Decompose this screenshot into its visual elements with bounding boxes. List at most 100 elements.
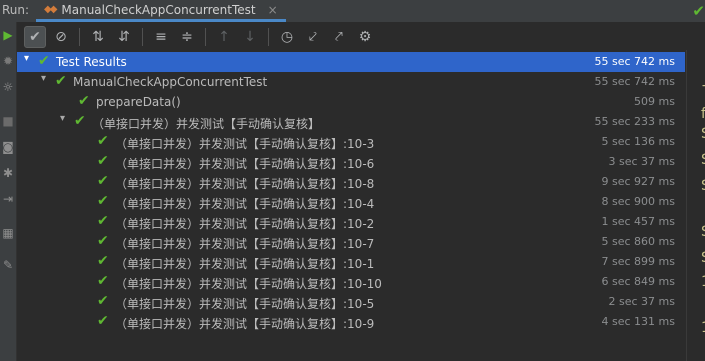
arrow-down-icon: ↓ — [244, 29, 256, 45]
sort-alphabetically-button[interactable]: ⇅ — [87, 26, 109, 48]
test-history-button[interactable]: ◷ — [276, 26, 298, 48]
sort-by-duration-button[interactable]: ⇵ — [113, 26, 135, 48]
test-name: （单接口并发）并发测试【手动确认复核】:10-8 — [115, 177, 375, 191]
test-duration: 2 sec 37 ms — [608, 295, 675, 308]
test-duration: 9 sec 927 ms — [601, 175, 675, 188]
passed-check-icon: ✔ — [97, 273, 109, 289]
test-name: （单接口并发）并发测试【手动确认复核】:10-6 — [115, 157, 375, 171]
passed-check-icon: ✔ — [97, 133, 109, 149]
test-name: Test Results — [56, 55, 127, 69]
side-toolbar: ▶ ✹ ☼ ■ ◙ ✱ ⇥ ▦ ✎ — [0, 22, 17, 361]
test-name: （单接口并发）并发测试【手动确认复核】:10-4 — [115, 197, 375, 211]
debug-icon[interactable]: ✹ — [0, 54, 16, 68]
passed-check-icon: ✔ — [97, 173, 109, 189]
test-case-row[interactable]: ✔ （单接口并发）并发测试【手动确认复核】:10-10 6 sec 849 ms — [17, 272, 685, 292]
exit-icon[interactable]: ⇥ — [0, 192, 16, 206]
test-duration: 4 sec 131 ms — [601, 315, 675, 328]
test-name: （单接口并发）并发测试【手动确认复核】:10-5 — [115, 297, 375, 311]
console-text-fragment: S — [701, 178, 705, 194]
run-label: Run: — [2, 3, 30, 17]
check-icon: ✔ — [29, 29, 41, 45]
arrow-up-icon: ↑ — [218, 29, 230, 45]
test-duration: 55 sec 742 ms — [594, 75, 675, 88]
layout-icon[interactable]: ▦ — [0, 226, 16, 240]
test-case-row[interactable]: ✔ （单接口并发）并发测试【手动确认复核】:10-7 5 sec 860 ms — [17, 232, 685, 252]
passed-check-icon: ✔ — [97, 293, 109, 309]
test-case-row[interactable]: ✔ （单接口并发）并发测试【手动确认复核】:10-9 4 sec 131 ms — [17, 312, 685, 332]
show-ignored-toggle[interactable]: ⊘ — [50, 26, 72, 48]
show-passed-toggle[interactable]: ✔ — [24, 26, 46, 48]
test-results-tree: ▾ ✔ Test Results 55 sec 742 ms ▾ ✔ ManualCheck… — [17, 50, 685, 361]
test-name: （单接口并发）并发测试【手动确认复核】:10-3 — [115, 137, 375, 151]
run-tool-window-header: Run: ◆◆ ManualCheckAppConcurrentTest × ✔ — [0, 0, 705, 23]
console-text-fragment: S — [701, 224, 705, 240]
test-duration: 5 sec 136 ms — [601, 135, 675, 148]
test-duration: 7 sec 899 ms — [601, 255, 675, 268]
sort-duration-icon: ⇵ — [118, 29, 130, 45]
test-class-row[interactable]: ▾ ✔ ManualCheckAppConcurrentTest 55 sec 742… — [17, 72, 685, 92]
test-case-row[interactable]: ✔ （单接口并发）并发测试【手动确认复核】:10-5 2 sec 37 ms — [17, 292, 685, 312]
passed-check-icon: ✔ — [55, 73, 67, 89]
console-text-fragment: S — [701, 250, 705, 266]
expand-all-button[interactable]: ≡ — [150, 26, 172, 48]
console-toolbar-area — [686, 24, 705, 50]
run-configuration-tab[interactable]: ◆◆ ManualCheckAppConcurrentTest × — [36, 0, 286, 22]
run-config-icon: ◆◆ — [44, 4, 57, 15]
console-text-fragment: S — [701, 126, 705, 142]
test-tree-toolbar: ✔ ⊘ ⇅ ⇵ ≡ ≑ ↑ ↓ ◷ ⤦ ⤤ ⚙ — [22, 24, 687, 50]
test-duration: 6 sec 849 ms — [601, 275, 675, 288]
test-case-row[interactable]: ✔ （单接口并发）并发测试【手动确认复核】:10-1 7 sec 899 ms — [17, 252, 685, 272]
test-case-row[interactable]: ✔ （单接口并发）并发测试【手动确认复核】:10-2 1 sec 457 ms — [17, 212, 685, 232]
settings-button[interactable]: ⚙ — [354, 26, 376, 48]
passed-check-icon: ✔ — [97, 233, 109, 249]
previous-failed-button: ↑ — [213, 26, 235, 48]
toolbar-separator — [205, 28, 206, 46]
console-text-fragment: f — [701, 106, 705, 122]
rerun-icon[interactable]: ▶ — [0, 28, 16, 42]
coverage-icon[interactable]: ☼ — [0, 80, 16, 94]
passed-check-icon: ✔ — [97, 253, 109, 269]
import-tests-button[interactable]: ⤦ — [302, 26, 324, 48]
test-results-root-row[interactable]: ▾ ✔ Test Results 55 sec 742 ms — [17, 52, 685, 72]
test-duration: 55 sec 742 ms — [594, 55, 675, 68]
toolbar-separator — [268, 28, 269, 46]
console-text-fragment: 1 — [701, 320, 705, 336]
test-case-row[interactable]: ✔ （单接口并发）并发测试【手动确认复核】:10-6 3 sec 37 ms — [17, 152, 685, 172]
test-name: prepareData() — [96, 95, 181, 109]
test-case-row[interactable]: ✔ （单接口并发）并发测试【手动确认复核】:10-8 9 sec 927 ms — [17, 172, 685, 192]
camera-icon[interactable]: ◙ — [0, 140, 16, 154]
console-output-edge: −fSSSSS11 — [686, 50, 705, 361]
close-tab-icon[interactable]: × — [268, 3, 278, 17]
console-text-fragment: S — [701, 152, 705, 168]
export-icon: ⤤ — [335, 29, 343, 45]
expand-arrow-icon[interactable]: ▾ — [24, 53, 29, 64]
test-group-row[interactable]: ▾ ✔ （单接口并发）并发测试【手动确认复核】 55 sec 233 ms — [17, 112, 685, 132]
toolbar-separator — [79, 28, 80, 46]
passed-check-icon: ✔ — [97, 153, 109, 169]
gear-icon: ⚙ — [358, 29, 372, 45]
passed-check-icon: ✔ — [97, 193, 109, 209]
tests-passed-check-icon: ✔ — [692, 2, 705, 20]
expand-all-icon: ≡ — [155, 29, 167, 45]
expand-arrow-icon[interactable]: ▾ — [41, 73, 46, 84]
console-text-fragment: − — [701, 78, 705, 94]
history-clock-icon: ◷ — [280, 29, 294, 45]
test-name: （单接口并发）并发测试【手动确认复核】:10-7 — [115, 237, 375, 251]
test-duration: 509 ms — [634, 95, 675, 108]
export-tests-button[interactable]: ⤤ — [328, 26, 350, 48]
sort-alpha-icon: ⇅ — [92, 29, 104, 45]
collapse-all-button[interactable]: ≑ — [176, 26, 198, 48]
test-name: （单接口并发）并发测试【手动确认复核】 — [92, 117, 321, 131]
pin-icon[interactable]: ✎ — [0, 258, 16, 272]
test-name: （单接口并发）并发测试【手动确认复核】:10-1 — [115, 257, 375, 271]
passed-check-icon: ✔ — [74, 113, 86, 129]
expand-arrow-icon[interactable]: ▾ — [60, 113, 65, 124]
test-name: ManualCheckAppConcurrentTest — [73, 75, 268, 89]
bug-settings-icon[interactable]: ✱ — [0, 166, 16, 180]
test-case-row[interactable]: ✔ （单接口并发）并发测试【手动确认复核】:10-4 8 sec 900 ms — [17, 192, 685, 212]
passed-check-icon: ✔ — [38, 53, 50, 69]
stop-icon[interactable]: ■ — [0, 114, 16, 128]
test-case-row[interactable]: ✔ （单接口并发）并发测试【手动确认复核】:10-3 5 sec 136 ms — [17, 132, 685, 152]
setup-method-row[interactable]: ✔ prepareData() 509 ms — [17, 92, 685, 112]
test-name: （单接口并发）并发测试【手动确认复核】:10-2 — [115, 217, 375, 231]
